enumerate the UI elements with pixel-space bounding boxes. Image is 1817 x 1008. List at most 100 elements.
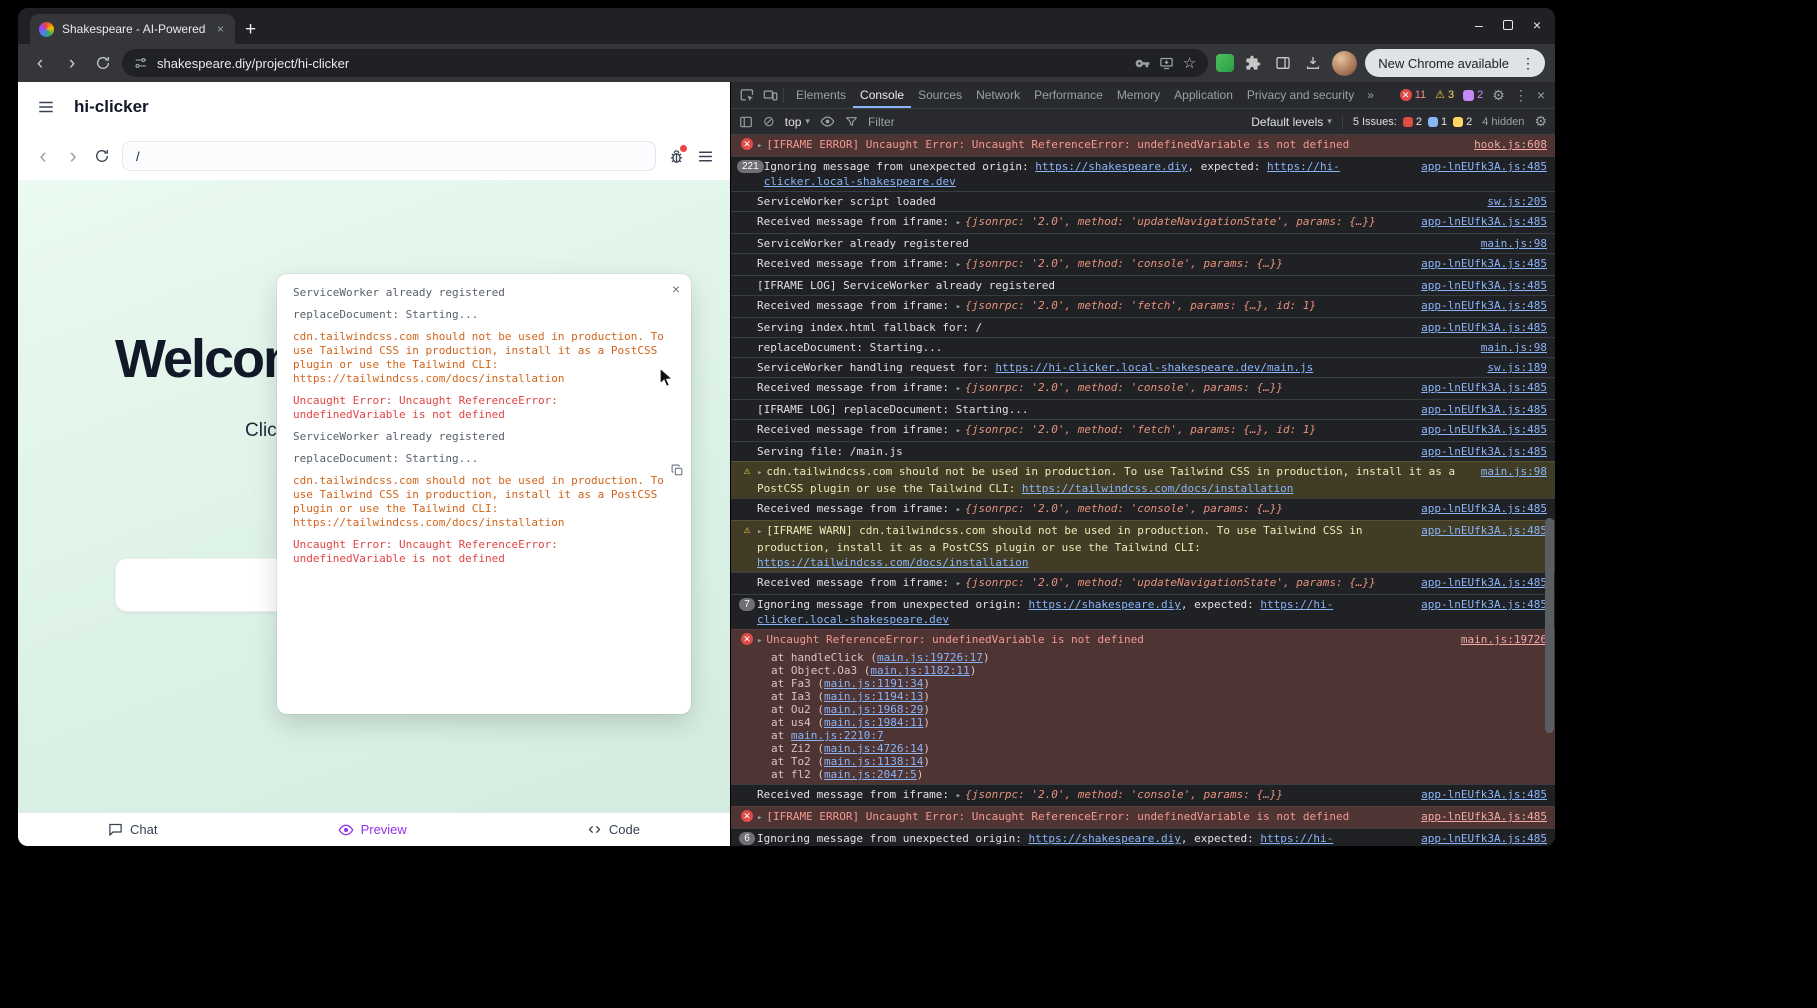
context-selector[interactable]: top▾ — [785, 115, 810, 129]
stack-link[interactable]: main.js:2047:5 — [824, 768, 917, 781]
side-panel-icon[interactable] — [1272, 55, 1294, 71]
stack-link[interactable]: main.js:1191:34 — [824, 677, 923, 690]
source-link[interactable]: sw.js:189 — [1487, 360, 1547, 375]
preview-tab-button[interactable]: Preview — [338, 822, 407, 838]
extension-green-icon[interactable] — [1216, 54, 1234, 72]
source-link[interactable]: sw.js:205 — [1487, 194, 1547, 209]
log-levels-dropdown[interactable]: Default levels▾ — [1251, 115, 1332, 129]
expand-caret-icon[interactable]: ▸ — [757, 141, 762, 151]
code-tab-button[interactable]: Code — [587, 822, 640, 837]
browser-tab[interactable]: Shakespeare - AI-Powered N... × — [30, 14, 235, 44]
url-text[interactable]: shakespeare.diy/project/hi-clicker — [157, 56, 1126, 71]
preview-url-input[interactable]: / — [122, 141, 656, 171]
console-settings-icon[interactable]: ⚙ — [1534, 113, 1547, 130]
issues-summary[interactable]: 5 Issues: 212 — [1353, 116, 1472, 128]
devtools-tab-sources[interactable]: Sources — [911, 82, 969, 108]
issue-chip[interactable]: 2 — [1403, 116, 1422, 128]
expand-caret-icon[interactable]: ▸ — [757, 636, 762, 646]
preview-more-menu-icon[interactable] — [697, 148, 714, 165]
browser-reload-button[interactable] — [92, 55, 114, 71]
source-link[interactable]: app-lnEUfk3A.js:485 — [1421, 256, 1547, 271]
console-filter-input[interactable]: Filter — [868, 115, 1241, 129]
source-link[interactable]: app-lnEUfk3A.js:485 — [1421, 787, 1547, 802]
expand-caret-icon[interactable]: ▸ — [956, 791, 961, 801]
preview-back-button[interactable]: ‹ — [34, 145, 52, 167]
preview-forward-button[interactable]: › — [64, 145, 82, 167]
devtools-tab-privacy-and-security[interactable]: Privacy and security — [1240, 82, 1361, 108]
source-link[interactable]: app-lnEUfk3A.js:485 — [1421, 597, 1547, 612]
stack-link[interactable]: main.js:1194:13 — [824, 690, 923, 703]
console-link[interactable]: https://shakespeare.diy — [1029, 832, 1181, 845]
stack-link[interactable]: main.js:19726:17 — [877, 651, 983, 664]
console-link[interactable]: https://tailwindcss.com/docs/installatio… — [1022, 482, 1294, 495]
console-sidebar-icon[interactable] — [739, 115, 753, 129]
devtools-tab-console[interactable]: Console — [853, 82, 911, 108]
site-info-icon[interactable] — [134, 56, 148, 70]
error-count-badge[interactable]: ✕11 — [1400, 89, 1426, 101]
expand-caret-icon[interactable]: ▸ — [956, 302, 961, 312]
source-link[interactable]: app-lnEUfk3A.js:485 — [1421, 831, 1547, 846]
browser-back-button[interactable]: ‹ — [28, 54, 52, 73]
password-key-icon[interactable] — [1135, 56, 1150, 71]
source-link[interactable]: hook.js:608 — [1474, 137, 1547, 152]
tab-close-icon[interactable]: × — [215, 22, 226, 36]
console-link[interactable]: https://hi-clicker.local-shakespeare.dev… — [995, 361, 1313, 374]
source-link[interactable]: app-lnEUfk3A.js:485 — [1421, 444, 1547, 459]
source-link[interactable]: app-lnEUfk3A.js:485 — [1421, 809, 1547, 824]
expand-caret-icon[interactable]: ▸ — [956, 426, 961, 436]
source-link[interactable]: app-lnEUfk3A.js:485 — [1421, 214, 1547, 229]
debug-bug-button[interactable] — [668, 148, 685, 165]
source-link[interactable]: main.js:98 — [1481, 236, 1547, 251]
devtools-tab-performance[interactable]: Performance — [1027, 82, 1110, 108]
message-count-badge[interactable]: 2 — [1463, 89, 1483, 101]
extensions-puzzle-icon[interactable] — [1242, 55, 1264, 71]
expand-caret-icon[interactable]: ▸ — [757, 813, 762, 823]
stack-link[interactable]: main.js:1182:11 — [870, 664, 969, 677]
devtools-menu-icon[interactable]: ⋮ — [1514, 87, 1528, 104]
copy-icon[interactable] — [671, 464, 684, 477]
stack-link[interactable]: main.js:2210:7 — [791, 729, 884, 742]
expand-caret-icon[interactable]: ▸ — [757, 468, 762, 478]
preview-refresh-button[interactable] — [94, 148, 110, 164]
warning-count-badge[interactable]: ⚠3 — [1435, 89, 1454, 101]
inspect-element-icon[interactable] — [740, 88, 755, 103]
source-link[interactable]: app-lnEUfk3A.js:485 — [1421, 501, 1547, 516]
downloads-icon[interactable] — [1302, 55, 1324, 71]
devtools-tab-elements[interactable]: Elements — [789, 82, 853, 108]
address-bar[interactable]: shakespeare.diy/project/hi-clicker ☆ — [122, 49, 1208, 77]
console-link[interactable]: https://shakespeare.diy — [1035, 160, 1187, 173]
window-close-button[interactable]: × — [1533, 17, 1541, 33]
expand-caret-icon[interactable]: ▸ — [956, 218, 961, 228]
source-link[interactable]: app-lnEUfk3A.js:485 — [1421, 298, 1547, 313]
expand-caret-icon[interactable]: ▸ — [956, 384, 961, 394]
device-toolbar-icon[interactable] — [763, 88, 778, 103]
more-tabs-icon[interactable]: » — [1363, 88, 1378, 102]
source-link[interactable]: main.js:98 — [1481, 340, 1547, 355]
maximize-button[interactable] — [1503, 20, 1513, 30]
profile-avatar[interactable] — [1332, 51, 1357, 76]
console-link[interactable]: https://shakespeare.diy — [1029, 598, 1181, 611]
issue-chip[interactable]: 1 — [1428, 116, 1447, 128]
devtools-close-icon[interactable]: × — [1537, 87, 1545, 103]
expand-caret-icon[interactable]: ▸ — [956, 579, 961, 589]
expand-caret-icon[interactable]: ▸ — [956, 505, 961, 515]
bookmark-star-icon[interactable]: ☆ — [1183, 54, 1196, 72]
chrome-update-button[interactable]: New Chrome available ⋮ — [1365, 49, 1545, 77]
expand-caret-icon[interactable]: ▸ — [956, 260, 961, 270]
source-link[interactable]: main.js:19726 — [1461, 632, 1547, 647]
issue-chip[interactable]: 2 — [1453, 116, 1472, 128]
browser-forward-button[interactable]: › — [60, 54, 84, 73]
source-link[interactable]: main.js:98 — [1481, 464, 1547, 479]
chat-tab-button[interactable]: Chat — [108, 822, 157, 837]
stack-link[interactable]: main.js:4726:14 — [824, 742, 923, 755]
console-scrollbar[interactable] — [1545, 518, 1554, 733]
source-link[interactable]: app-lnEUfk3A.js:485 — [1421, 320, 1547, 335]
clear-console-icon[interactable]: ⊘ — [763, 113, 775, 130]
minimize-button[interactable]: – — [1475, 17, 1483, 33]
stack-link[interactable]: main.js:1968:29 — [824, 703, 923, 716]
stack-link[interactable]: main.js:1984:11 — [824, 716, 923, 729]
app-menu-icon[interactable] — [37, 98, 55, 116]
install-app-icon[interactable] — [1159, 56, 1174, 71]
source-link[interactable]: app-lnEUfk3A.js:485 — [1421, 422, 1547, 437]
source-link[interactable]: app-lnEUfk3A.js:485 — [1421, 278, 1547, 293]
